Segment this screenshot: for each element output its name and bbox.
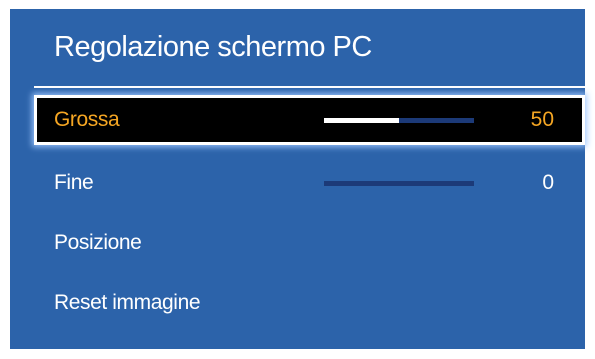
- coarse-slider-fill: [324, 118, 399, 123]
- menu-item-label: Posizione: [54, 231, 142, 254]
- coarse-slider[interactable]: [324, 118, 474, 123]
- menu-item-image-reset[interactable]: Reset immagine: [34, 278, 585, 328]
- menu-item-fine[interactable]: Fine 0: [34, 158, 585, 208]
- menu-item-coarse[interactable]: Grossa 50: [34, 95, 585, 145]
- title-divider: [34, 86, 585, 88]
- menu-item-position[interactable]: Posizione: [34, 218, 585, 268]
- menu-item-label: Reset immagine: [54, 291, 201, 314]
- fine-value: 0: [542, 171, 554, 194]
- menu-item-label: Grossa: [54, 108, 120, 131]
- coarse-value: 50: [530, 108, 554, 131]
- fine-slider[interactable]: [324, 181, 474, 186]
- menu-title: Regolazione schermo PC: [54, 31, 372, 63]
- menu-item-label: Fine: [54, 171, 94, 194]
- pc-screen-adjustment-menu: Regolazione schermo PC Grossa 50 Fine 0 …: [10, 9, 585, 349]
